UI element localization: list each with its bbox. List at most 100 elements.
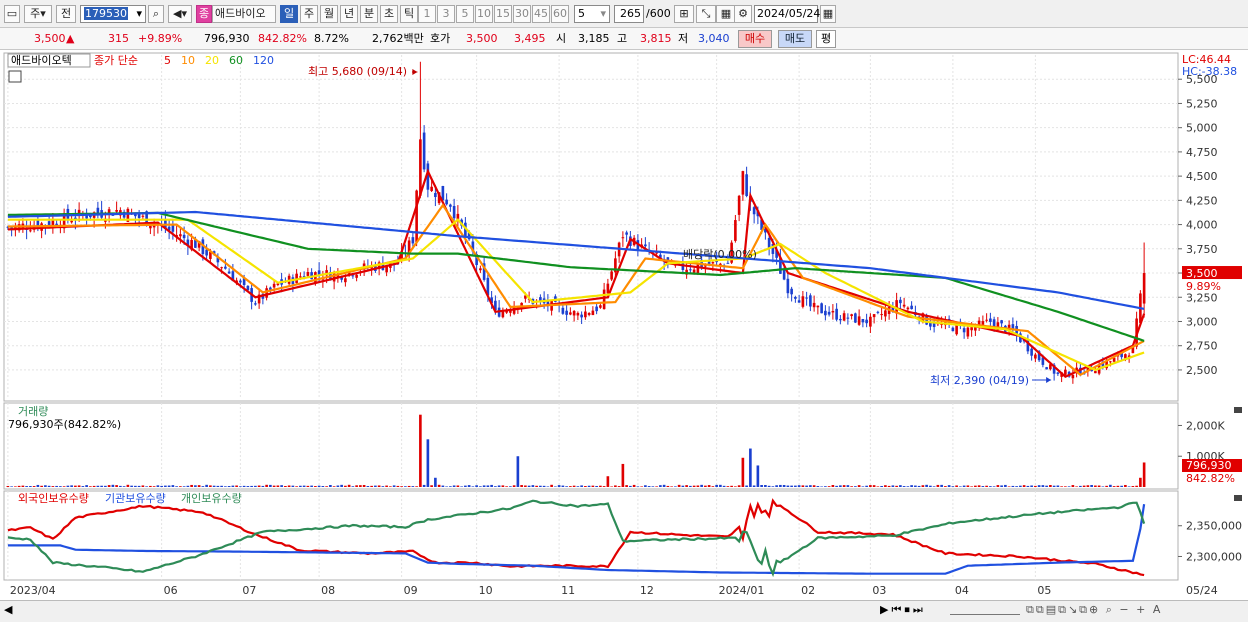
volume-bar <box>397 486 400 487</box>
search-icon[interactable]: ⌕ <box>148 5 164 23</box>
interval-button-45[interactable]: 45 <box>532 5 550 23</box>
volume-bar <box>457 485 460 487</box>
volume-bar <box>599 486 602 487</box>
low-label: 저 <box>678 32 688 46</box>
candle-body <box>644 244 647 246</box>
date-input[interactable]: 2024/05/24 <box>754 5 818 23</box>
candle-body <box>693 270 696 273</box>
evaluate-button[interactable]: 평 <box>816 30 836 48</box>
scroll-left-icon[interactable]: ◀ <box>4 603 12 616</box>
stock-code-input[interactable]: 179530▾ <box>80 5 146 23</box>
volume-bar <box>29 486 32 487</box>
volume-bar <box>798 485 801 487</box>
period-tab-틱[interactable]: 틱 <box>400 5 418 23</box>
candle-body <box>843 313 846 320</box>
candle-body <box>802 296 805 307</box>
volume-bar <box>708 485 711 487</box>
interval-select[interactable]: 5▾ <box>574 5 610 23</box>
volume-bar <box>749 449 752 487</box>
grid-tool-icon[interactable]: ⊞ <box>674 5 694 23</box>
candle-body <box>562 308 565 314</box>
interval-button-15[interactable]: 15 <box>494 5 512 23</box>
volume-bar <box>1124 485 1127 487</box>
date-label: 2023/04 <box>10 584 56 597</box>
date-label: 05 <box>1037 584 1051 597</box>
volume-bar <box>655 486 658 487</box>
candle-body <box>790 289 793 295</box>
volume-bar <box>48 486 51 487</box>
ma-period-60: 60 <box>229 54 243 67</box>
chart-scrollbar[interactable]: ◀ ▶⏮⏹⏭ ⧉⧉▤⧉↘⧉⊕ ⌕ − + A <box>0 600 1248 622</box>
buy-button[interactable]: 매수 <box>738 30 772 48</box>
playback-icons[interactable]: ▶⏮⏹⏭ <box>880 603 926 617</box>
interval-button-3[interactable]: 3 <box>437 5 455 23</box>
volume-bar <box>637 486 640 487</box>
candle-body <box>903 305 906 307</box>
stock-chart[interactable]: 2,5002,7503,0003,2503,5003,7504,0004,250… <box>0 51 1248 600</box>
count-input[interactable]: 265 <box>614 5 644 23</box>
candle-body <box>738 196 741 215</box>
interval-button-30[interactable]: 30 <box>513 5 531 23</box>
volume-bar <box>70 485 73 487</box>
volume-bar <box>610 486 613 487</box>
period-tab-분[interactable]: 분 <box>360 5 378 23</box>
volume-bar <box>213 486 216 487</box>
volume-bar <box>127 485 130 487</box>
volume-bar <box>824 486 827 487</box>
candle-body <box>813 303 816 307</box>
candle-body <box>318 270 321 274</box>
zoom-slider[interactable] <box>950 604 1020 615</box>
speaker-icon[interactable]: ◀▾ <box>168 5 192 23</box>
period-tab-년[interactable]: 년 <box>340 5 358 23</box>
calendar-icon[interactable]: ▦ <box>820 5 836 23</box>
draw-tool-icon[interactable]: ⤡ <box>696 5 716 23</box>
period-tab-초[interactable]: 초 <box>380 5 398 23</box>
volume-bar <box>517 456 520 487</box>
volume-bar <box>835 486 838 487</box>
period-tab-일[interactable]: 일 <box>280 5 298 23</box>
window-icon[interactable]: ▭ <box>4 5 20 23</box>
period-tab-주[interactable]: 주 <box>300 5 318 23</box>
date-label: 02 <box>801 584 815 597</box>
prev-button[interactable]: 전 <box>56 5 76 23</box>
layout-icon[interactable]: ▦ <box>716 5 736 23</box>
period-select[interactable]: 주▾ <box>24 5 52 23</box>
volume-bar <box>948 485 951 487</box>
candle-body <box>265 288 268 298</box>
volume-bar <box>340 485 343 487</box>
panel-close-icon <box>1234 495 1242 501</box>
candle-body <box>805 298 808 299</box>
period-tab-월[interactable]: 월 <box>320 5 338 23</box>
candle-body <box>712 262 715 263</box>
volume-bar <box>937 485 940 487</box>
interval-button-60[interactable]: 60 <box>551 5 569 23</box>
price-tick-label: 4,250 <box>1186 194 1218 207</box>
volume-bar <box>1135 486 1138 487</box>
volume-bar <box>468 485 471 487</box>
volume-bar <box>1087 485 1090 487</box>
table-icon <box>9 71 21 82</box>
volume-bar <box>1090 485 1093 487</box>
volume-bar <box>367 486 370 487</box>
volume-bar <box>712 486 715 487</box>
gear-icon[interactable]: ⚙ <box>734 5 752 23</box>
date-label: 12 <box>640 584 654 597</box>
volume-bar <box>614 485 617 487</box>
candle-body <box>907 308 910 310</box>
interval-button-5[interactable]: 5 <box>456 5 474 23</box>
change-arrow-icon: ▲ <box>66 32 74 46</box>
volume-bar <box>329 485 332 487</box>
sell-button[interactable]: 매도 <box>778 30 812 48</box>
chart-tool-icons[interactable]: ⧉⧉▤⧉↘⧉⊕ ⌕ − + A <box>1026 603 1162 617</box>
price-tick-label: 5,000 <box>1186 122 1218 135</box>
interval-button-1[interactable]: 1 <box>418 5 436 23</box>
volume-bar <box>374 486 377 487</box>
interval-button-10[interactable]: 10 <box>475 5 493 23</box>
volume-bar <box>719 485 722 487</box>
volume-bar <box>138 486 141 487</box>
volume-bar <box>1053 486 1056 487</box>
volume-bar <box>464 486 467 487</box>
high-price: 3,815 <box>640 32 672 46</box>
volume-bar <box>333 486 336 487</box>
volume-bar <box>198 485 201 487</box>
